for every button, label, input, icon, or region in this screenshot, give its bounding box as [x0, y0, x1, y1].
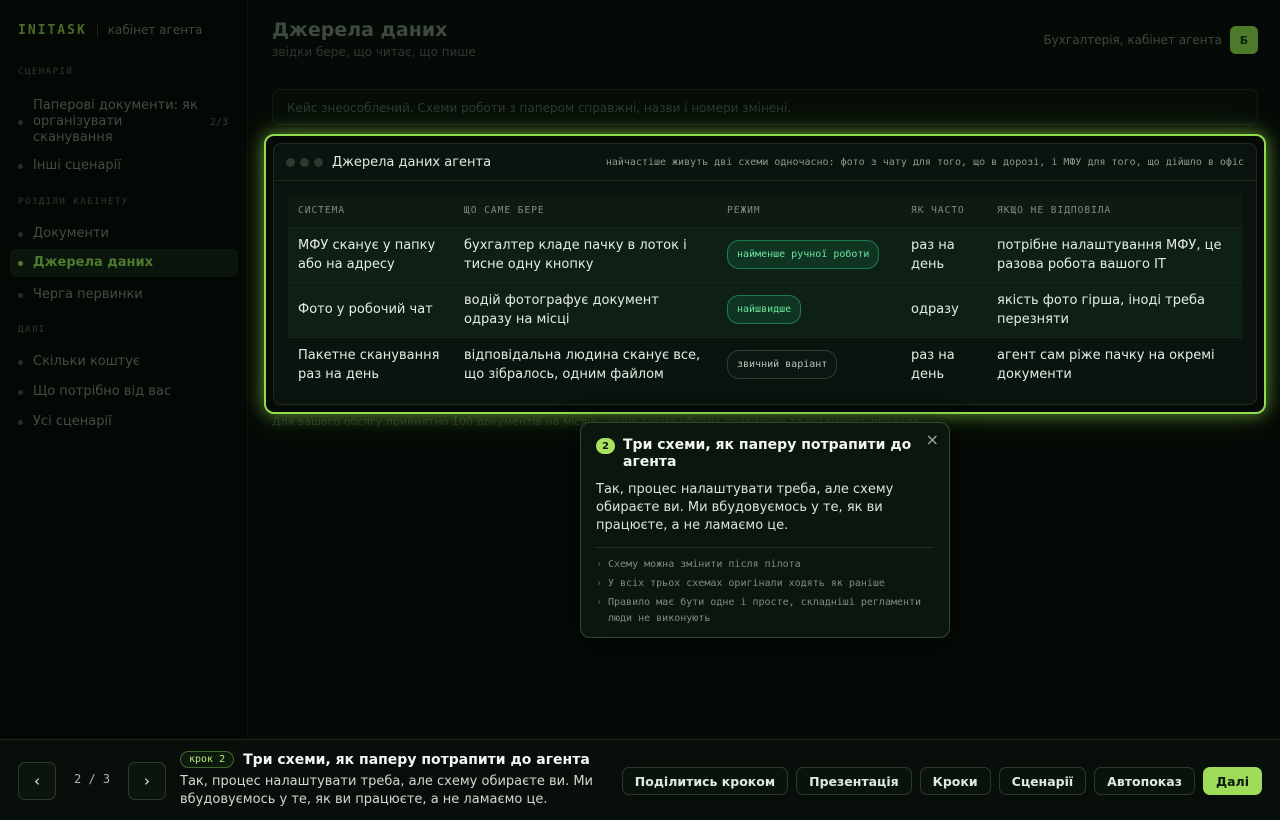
mode-tag: найшвидше — [727, 295, 802, 324]
bullet-icon — [18, 231, 23, 237]
sidebar-item-label: Усі сценарії — [33, 414, 112, 429]
bullet-icon — [18, 260, 23, 266]
cell-takes: водій фотографує документ одразу на місц… — [454, 281, 717, 337]
table-row: Пакетне сканування раз на день відповіда… — [288, 336, 1242, 392]
bullet-icon — [18, 119, 23, 125]
sidebar-item-label: Інші сценарії — [33, 158, 121, 173]
card-note: найчастіше живуть дві схеми одночасно: ф… — [605, 156, 1244, 168]
bullet-icon — [18, 359, 23, 365]
steps-button[interactable]: Кроки — [919, 767, 991, 795]
autoplay-button[interactable]: Автопоказ — [1094, 767, 1195, 795]
cell-frequency: раз на день — [901, 226, 987, 282]
progress-count: 2/3 — [209, 116, 228, 128]
column-header: ЩО САМЕ БЕРЕ — [454, 195, 717, 227]
sidebar-item-label: Скільки коштує — [33, 354, 141, 369]
brand-logo: INITASK — [18, 22, 87, 38]
window-dots-icon — [286, 157, 323, 167]
column-header: ЯК ЧАСТО — [901, 195, 987, 227]
cell-fallback: якість фото гірша, іноді треба перезняти — [987, 281, 1242, 337]
next-button[interactable]: Далі — [1202, 767, 1262, 795]
step-badge: крок 2 — [180, 751, 235, 768]
cell-takes: відповідальна людина сканує все, що зібр… — [454, 336, 717, 392]
scenarios-button[interactable]: Сценарії — [998, 767, 1087, 795]
sidebar-item-label: Паперові документи: як організувати скан… — [33, 98, 198, 145]
column-header: ЯКЩО НЕ ВІДПОВІЛА — [987, 195, 1242, 227]
section-scenario: СЦЕНАРІЙ — [18, 67, 74, 77]
step-info: крок 2 Три схеми, як паперу потрапити до… — [180, 751, 600, 809]
brand-divider — [96, 23, 98, 37]
list-item: Схему можна змінити після пілота — [596, 557, 934, 573]
sidebar-item-label: Документи — [33, 226, 109, 241]
column-header: РЕЖИМ — [717, 195, 901, 227]
sidebar-item-other-scenarios[interactable]: Інші сценарії — [10, 152, 238, 180]
bullet-icon — [18, 292, 23, 298]
avatar[interactable]: Б — [1230, 26, 1258, 54]
popover-body: Так, процес налаштувати треба, але схему… — [596, 482, 894, 533]
mode-tag: звичний варіант — [727, 350, 838, 379]
step-counter: 2 / 3 — [74, 772, 111, 786]
bullet-icon — [18, 419, 23, 425]
card-header: Джерела даних агента найчастіше живуть д… — [274, 144, 1256, 181]
cell-system: Фото у робочий чат — [288, 281, 454, 337]
brand-subtitle: кабінет агента — [107, 23, 203, 37]
prev-button[interactable]: ‹ — [18, 762, 56, 800]
list-item: Правило має бути одне і просте, складніш… — [596, 595, 934, 627]
sidebar-item-pricing[interactable]: Скільки коштує — [10, 348, 238, 376]
table-row: Фото у робочий чат водій фотографує доку… — [288, 281, 1242, 337]
notice-banner: Кейс знеособлений. Схеми роботи з паперо… — [272, 89, 1258, 125]
section-further: ДАЛІ — [18, 325, 46, 335]
divider — [596, 547, 934, 548]
sidebar-item-queue[interactable]: Черга первинки — [10, 281, 238, 309]
step-description: Так, процес налаштувати треба, але схему… — [180, 774, 594, 807]
brand: INITASK кабінет агента — [18, 20, 202, 40]
next-arrow-button[interactable]: › — [128, 762, 166, 800]
sidebar-item-data-sources[interactable]: Джерела даних — [10, 249, 238, 277]
section-cabinet: РОЗДІЛИ КАБІНЕТУ — [18, 197, 129, 207]
share-step-button[interactable]: Поділитись кроком — [621, 767, 789, 795]
account-label: Бухгалтерія, кабінет агента — [1043, 33, 1222, 47]
highlighted-card: Джерела даних агента найчастіше живуть д… — [264, 134, 1266, 414]
tour-bottom-bar: ‹ 2 / 3 › крок 2 Три схеми, як паперу по… — [0, 739, 1280, 820]
cell-mode: найменше ручної роботи — [717, 226, 901, 282]
sidebar-item-all-scenarios[interactable]: Усі сценарії — [10, 408, 238, 436]
sidebar: INITASK кабінет агента СЦЕНАРІЙ Паперові… — [0, 0, 248, 740]
sidebar-item-label: Джерела даних — [33, 255, 154, 270]
cell-mode: найшвидше — [717, 281, 901, 337]
sidebar-item-requirements[interactable]: Що потрібно від вас — [10, 378, 238, 406]
sidebar-item-documents[interactable]: Документи — [10, 220, 238, 248]
data-sources-card: Джерела даних агента найчастіше живуть д… — [273, 143, 1257, 405]
column-header: СИСТЕМА — [288, 195, 454, 227]
bullet-icon — [18, 389, 23, 395]
cell-system: МФУ сканує у папку або на адресу — [288, 226, 454, 282]
page-title: Джерела даних — [272, 19, 448, 41]
sidebar-item-label: Що потрібно від вас — [33, 384, 171, 399]
account-area[interactable]: Бухгалтерія, кабінет агента Б — [1043, 26, 1258, 54]
bullet-icon — [18, 163, 23, 169]
popover-title: Три схеми, як паперу потрапити до агента — [623, 437, 912, 470]
presentation-button[interactable]: Презентація — [796, 767, 912, 795]
cell-system: Пакетне сканування раз на день — [288, 336, 454, 392]
table-header-row: СИСТЕМА ЩО САМЕ БЕРЕ РЕЖИМ ЯК ЧАСТО ЯКЩО… — [288, 195, 1242, 227]
card-title: Джерела даних агента — [332, 154, 492, 170]
mode-tag: найменше ручної роботи — [727, 240, 880, 269]
cell-fallback: агент сам ріже пачку на окремі документи — [987, 336, 1242, 392]
step-number: 2 — [596, 438, 615, 454]
step-title: Три схеми, як паперу потрапити до агента — [243, 751, 590, 768]
step-popover: × 2 Три схеми, як паперу потрапити до аг… — [580, 422, 950, 638]
cell-frequency: раз на день — [901, 336, 987, 392]
close-icon[interactable]: × — [926, 430, 939, 449]
cell-mode: звичний варіант — [717, 336, 901, 392]
page-subtitle: звідки бере, що читає, що пише — [272, 45, 476, 59]
sidebar-item-paper-docs[interactable]: Паперові документи: як організувати скан… — [10, 92, 238, 152]
cell-takes: бухгалтер кладе пачку в лоток і тисне од… — [454, 226, 717, 282]
sidebar-item-label: Черга первинки — [33, 287, 143, 302]
popover-bullets: Схему можна змінити після пілота У всіх … — [596, 557, 934, 627]
cell-fallback: потрібне налаштування МФУ, це разова роб… — [987, 226, 1242, 282]
data-sources-table: СИСТЕМА ЩО САМЕ БЕРЕ РЕЖИМ ЯК ЧАСТО ЯКЩО… — [288, 195, 1242, 392]
list-item: У всіх трьох схемах оригінали ходять як … — [596, 576, 934, 592]
cell-frequency: одразу — [901, 281, 987, 337]
table-row: МФУ сканує у папку або на адресу бухгалт… — [288, 226, 1242, 282]
tour-actions: Поділитись кроком Презентація Кроки Сцен… — [621, 767, 1262, 795]
